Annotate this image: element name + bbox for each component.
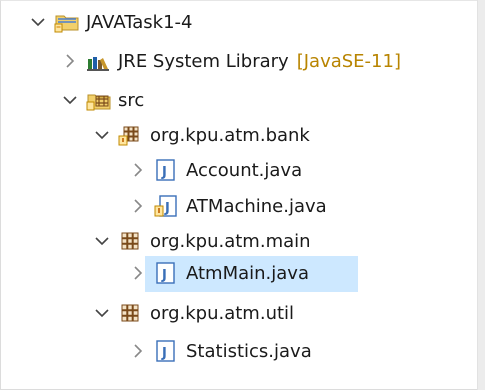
tree-item-label: JAVATask1-4: [86, 11, 193, 33]
tree-item-package-util[interactable]: org.kpu.atm.util: [92, 295, 294, 331]
java-project-icon: [54, 10, 79, 34]
source-folder-icon: [86, 88, 111, 112]
java-file-icon: J: [154, 261, 178, 285]
tree-item-label: JRE System Library: [118, 50, 289, 72]
tree-item-label: Account.java: [186, 159, 303, 181]
chevron-down-icon[interactable]: [92, 125, 112, 145]
tree-item-package-bank[interactable]: org.kpu.atm.bank: [92, 117, 310, 153]
tree-item-statistics-java[interactable]: J Statistics.java: [128, 333, 312, 369]
svg-text:J: J: [161, 165, 167, 180]
svg-text:J: J: [161, 346, 167, 361]
chevron-down-icon[interactable]: [92, 231, 112, 251]
svg-text:J: J: [161, 268, 167, 283]
tree-item-label: org.kpu.atm.bank: [150, 124, 310, 146]
library-icon: [86, 49, 110, 73]
chevron-down-icon[interactable]: [28, 12, 48, 32]
package-icon: [118, 301, 142, 325]
java-file-warning-icon: J: [154, 194, 178, 218]
chevron-right-icon[interactable]: [128, 263, 148, 283]
chevron-down-icon[interactable]: [60, 90, 80, 110]
tree-item-label: org.kpu.atm.util: [150, 302, 295, 324]
tree-item-src[interactable]: src: [60, 82, 144, 118]
vertical-scrollbar[interactable]: [477, 0, 485, 390]
jre-version-decoration: [JavaSE-11]: [296, 50, 401, 72]
chevron-right-icon[interactable]: [128, 160, 148, 180]
tree-item-atmmain-java[interactable]: J AtmMain.java: [128, 255, 309, 291]
package-icon: [118, 229, 142, 253]
package-warning-icon: [118, 123, 142, 147]
svg-text:J: J: [164, 201, 170, 216]
tree-item-project[interactable]: JAVATask1-4: [28, 4, 192, 40]
chevron-right-icon[interactable]: [128, 196, 148, 216]
chevron-right-icon[interactable]: [128, 341, 148, 361]
chevron-down-icon[interactable]: [92, 303, 112, 323]
tree-item-label: Statistics.java: [186, 340, 312, 362]
java-file-icon: J: [154, 158, 178, 182]
tree-item-label: src: [118, 89, 145, 111]
tree-item-label: ATMachine.java: [186, 195, 327, 217]
tree-item-label: AtmMain.java: [186, 262, 309, 284]
chevron-right-icon[interactable]: [60, 51, 80, 71]
tree-item-account-java[interactable]: J Account.java: [128, 152, 302, 188]
tree-item-package-main[interactable]: org.kpu.atm.main: [92, 223, 311, 259]
tree-item-jre-library[interactable]: JRE System Library [JavaSE-11]: [60, 43, 401, 79]
tree-item-label: org.kpu.atm.main: [150, 230, 311, 252]
java-file-icon: J: [154, 339, 178, 363]
tree-item-atmachine-java[interactable]: J ATMachine.java: [128, 188, 327, 224]
